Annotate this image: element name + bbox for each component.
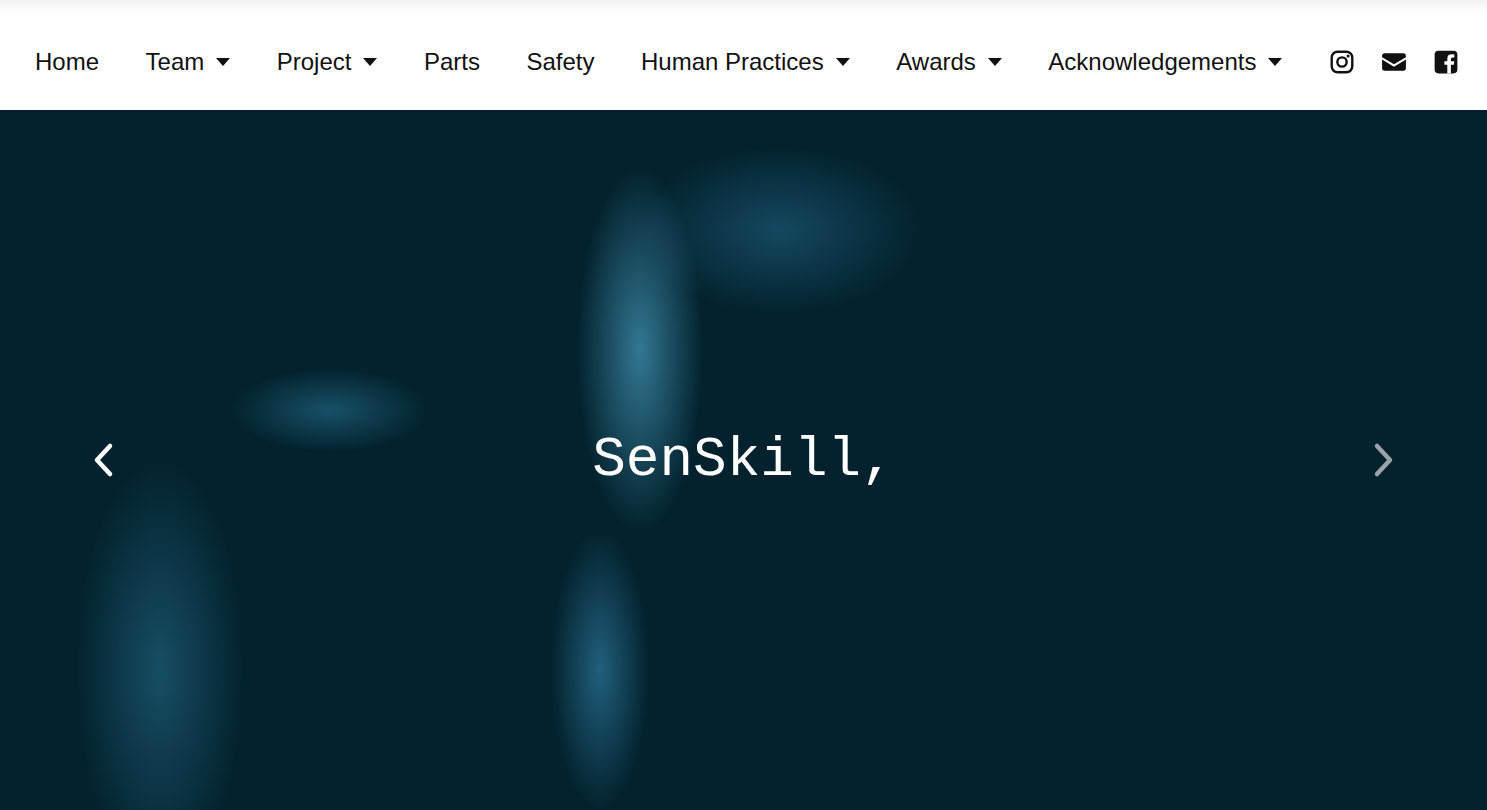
nav-label[interactable]: Acknowledgements (1048, 48, 1256, 76)
instagram-icon[interactable] (1329, 49, 1355, 75)
next-arrow-icon[interactable] (1367, 440, 1399, 480)
caret-icon[interactable] (216, 58, 230, 66)
previous-arrow-icon[interactable] (88, 440, 120, 480)
envelope-icon[interactable] (1381, 49, 1407, 75)
nav-label[interactable]: Home (35, 48, 99, 76)
nav-item[interactable]: Team (146, 48, 231, 76)
facebook-icon[interactable] (1433, 49, 1459, 75)
nav-item[interactable]: Human Practices (641, 48, 850, 76)
nav-label[interactable]: Human Practices (641, 48, 824, 76)
nav-item[interactable]: Acknowledgements (1048, 48, 1282, 76)
nav-label[interactable]: Awards (896, 48, 976, 76)
nav-item[interactable]: Safety (526, 48, 594, 76)
hero-carousel: SenSkill, (0, 110, 1487, 810)
caret-icon[interactable] (988, 58, 1002, 66)
navbar: Home Team Project Parts Safety Human Practice… (0, 0, 1487, 110)
nav-label[interactable]: Safety (526, 48, 594, 76)
nav-item[interactable]: Awards (896, 48, 1002, 76)
caret-icon[interactable] (363, 58, 377, 66)
caret-icon[interactable] (1268, 58, 1282, 66)
nav-label[interactable]: Team (146, 48, 205, 76)
nav-item[interactable]: Home (35, 48, 99, 76)
nav-item[interactable]: Parts (424, 48, 480, 76)
nav-item[interactable]: Project (277, 48, 378, 76)
hero-title: SenSkill, (582, 422, 904, 498)
caret-icon[interactable] (836, 58, 850, 66)
nav-label[interactable]: Project (277, 48, 352, 76)
nav-label[interactable]: Parts (424, 48, 480, 76)
social-links (1329, 49, 1459, 75)
